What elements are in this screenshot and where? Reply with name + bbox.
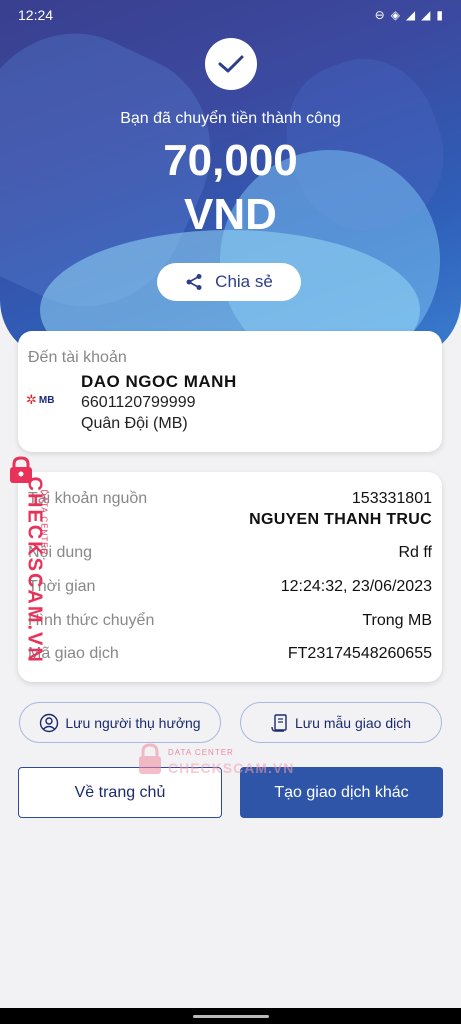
- watermark-brand-vertical: CHECKSCAM.VN: [23, 476, 46, 664]
- status-icons: ⊖ ◈ ◢ ◢ ▮: [375, 8, 443, 22]
- success-check-icon: [205, 38, 257, 90]
- transaction-id-row: Mã giao dịch FT23174548260655: [28, 645, 432, 663]
- system-nav-bar: [0, 1008, 461, 1024]
- method-row: Hình thức chuyển Trong MB: [28, 612, 432, 630]
- save-recipient-label: Lưu người thụ hưởng: [65, 714, 201, 731]
- new-transaction-label: Tạo giao dịch khác: [274, 783, 409, 801]
- wifi-icon: ◈: [390, 8, 400, 22]
- method-value: Trong MB: [362, 612, 432, 629]
- status-bar: 12:24 ⊖ ◈ ◢ ◢ ▮: [0, 0, 461, 30]
- time-value: 12:24:32, 23/06/2023: [280, 578, 432, 595]
- user-circle-icon: [40, 713, 59, 732]
- share-button[interactable]: Chia sẻ: [157, 263, 301, 301]
- source-account-row: Tài khoản nguồn 153331801: [28, 490, 432, 508]
- success-message: Bạn đã chuyển tiền thành công: [120, 110, 341, 127]
- signal-icon: ◢: [405, 8, 416, 22]
- time-row: Thời gian 12:24:32, 23/06/2023: [28, 578, 432, 596]
- recipient-card: Đến tài khoản ✲ MB DAO NGOC MANH 6601120…: [18, 331, 442, 452]
- signal-icon: ◢: [421, 8, 431, 22]
- recipient-label: Đến tài khoản: [28, 349, 127, 366]
- recipient-bank-name: Quân Đội (MB): [81, 415, 188, 432]
- source-account-name: NGUYEN THANH TRUC: [249, 511, 432, 528]
- share-label: Chia sẻ: [215, 272, 273, 291]
- amount: 70,000: [163, 136, 298, 185]
- watermark-brand: CHECKSCAM.VN: [168, 760, 295, 776]
- battery-icon: ▮: [436, 8, 443, 22]
- dnd-icon: ⊖: [374, 8, 385, 22]
- recipient-account-number: 6601120799999: [81, 394, 196, 411]
- save-recipient-button[interactable]: Lưu người thụ hưởng: [19, 702, 221, 743]
- content-row: Nội dung Rd ff: [28, 544, 432, 562]
- home-gesture-handle[interactable]: [192, 1014, 269, 1018]
- recipient-name: DAO NGOC MANH: [81, 372, 237, 391]
- save-template-label: Lưu mẫu giao dịch: [295, 714, 411, 731]
- watermark-tagline: DATA CENTER: [168, 748, 234, 757]
- transaction-id-value: FT23174548260655: [287, 645, 432, 662]
- mb-bank-logo: ✲ MB: [26, 392, 55, 407]
- watermark-side: DATA CENTER CHECKSCAM.VN: [4, 455, 52, 664]
- watermark-center: DATA CENTER CHECKSCAM.VN: [136, 740, 306, 780]
- source-account-number: 153331801: [351, 490, 432, 507]
- home-button-label: Về trang chủ: [74, 783, 166, 801]
- status-time: 12:24: [18, 7, 54, 23]
- star-icon: ✲: [26, 392, 37, 407]
- currency: VND: [184, 190, 277, 239]
- receipt-icon: [271, 713, 287, 732]
- lock-icon: [139, 743, 161, 774]
- content-value: Rd ff: [398, 544, 433, 561]
- save-template-button[interactable]: Lưu mẫu giao dịch: [240, 702, 442, 743]
- source-account-name-row: NGUYEN THANH TRUC: [28, 511, 432, 529]
- share-icon: [186, 274, 202, 290]
- transaction-details-card: Tài khoản nguồn 153331801 NGUYEN THANH T…: [18, 472, 442, 682]
